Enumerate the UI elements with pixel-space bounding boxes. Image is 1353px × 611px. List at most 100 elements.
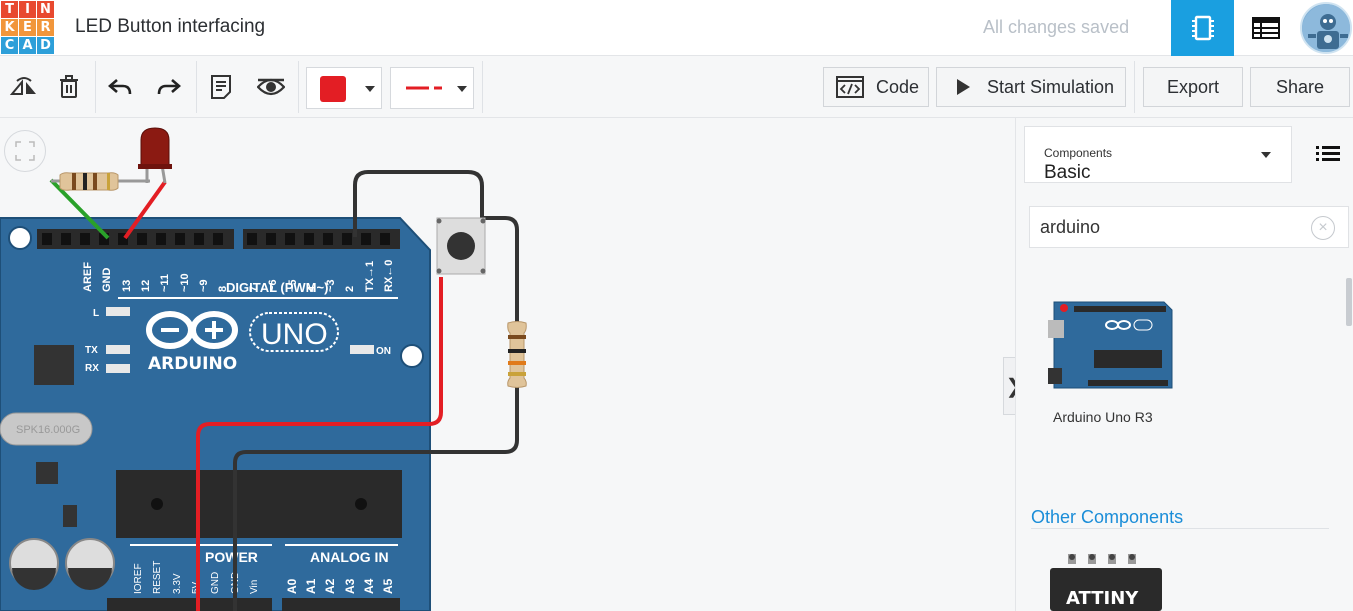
logo-letter: K: [1, 19, 18, 36]
tx-led: [106, 345, 130, 354]
code-icon: [836, 76, 864, 98]
digital-label: DIGITAL (PWM~): [226, 280, 328, 295]
user-avatar-button[interactable]: [1299, 0, 1353, 56]
wire-black: [483, 216, 519, 330]
pin-hole: [266, 233, 276, 245]
pin-label: A3: [343, 578, 357, 594]
pin-label: Vin: [249, 580, 260, 594]
components-dropdown-label: Components: [1044, 146, 1113, 160]
pin-label: 13: [121, 280, 133, 292]
redo-button[interactable]: [145, 57, 193, 117]
schematic-view-button[interactable]: [1235, 0, 1297, 56]
circuit-canvas[interactable]: AREF GND 13 12 ~11 ~10 ~9 8 7 ~6 ~5 4 ~3 2 TX→1 RX←0 DI…: [0, 118, 1015, 611]
l-led-label: L: [93, 308, 99, 319]
clear-search-icon[interactable]: ×: [1311, 216, 1335, 240]
pin-hole: [42, 233, 52, 245]
transistor: [63, 505, 77, 527]
attiny-part[interactable]: ATTINY: [1046, 554, 1166, 611]
uno-label: UNO: [261, 318, 328, 351]
arduino-uno-label: Arduino Uno R3: [1053, 409, 1153, 425]
pin-hole: [156, 233, 166, 245]
pin-label: 12: [140, 280, 152, 292]
undo-button[interactable]: [96, 57, 144, 117]
chevron-down-icon: [457, 86, 467, 92]
rotate-button[interactable]: [0, 57, 48, 117]
pin-label: IOREF: [133, 563, 144, 594]
regulator: [36, 462, 58, 484]
chip-notch: [151, 498, 163, 510]
pin-hole: [175, 233, 185, 245]
component-search-input[interactable]: [1029, 206, 1349, 248]
wire-style-icon: [406, 86, 442, 90]
power-header: [107, 598, 272, 611]
pin-hole: [247, 233, 257, 245]
pin-hole: [361, 233, 371, 245]
pin-label: 3.3V: [172, 573, 183, 594]
avatar: [1300, 2, 1352, 54]
l-led: [106, 307, 130, 316]
pin-label: RESET: [152, 561, 163, 594]
logo-letter: R: [37, 19, 54, 36]
chevron-down-icon: [1261, 152, 1271, 158]
resistor: [507, 321, 527, 388]
fullscreen-icon: [15, 141, 35, 161]
chevron-down-icon: [365, 86, 375, 92]
pin-hole: [80, 233, 90, 245]
pin-hole: [194, 233, 204, 245]
rx-led: [106, 364, 130, 373]
pin-hole: [380, 233, 390, 245]
red-led: [140, 127, 170, 169]
start-simulation-button[interactable]: Start Simulation: [936, 67, 1126, 107]
wire-style-picker[interactable]: [390, 67, 474, 109]
delete-button[interactable]: [45, 57, 93, 117]
pin-hole: [137, 233, 147, 245]
pin-label: A5: [381, 578, 395, 594]
pin-hole: [323, 233, 333, 245]
list-view-button[interactable]: [1310, 136, 1346, 172]
project-title[interactable]: LED Button interfacing: [75, 16, 265, 38]
rotate-icon: [9, 77, 36, 95]
pin-label: GND: [101, 268, 113, 293]
robot-avatar-icon: [1302, 4, 1350, 52]
crystal-label: SPK16.000G: [16, 424, 80, 436]
undo-icon: [108, 79, 132, 95]
code-label: Code: [876, 76, 920, 97]
logo-letter: A: [19, 37, 36, 54]
circuit-view-button[interactable]: [1171, 0, 1234, 56]
code-button[interactable]: Code: [823, 67, 929, 107]
circuit-drawing[interactable]: AREF GND 13 12 ~11 ~10 ~9 8 7 ~6 ~5 4 ~3 2 TX→1 RX←0 DI…: [0, 118, 1015, 611]
panel-scrollbar[interactable]: [1346, 278, 1352, 326]
toolbar-divider: [1134, 61, 1135, 113]
pin-label: AREF: [82, 262, 94, 292]
toolbar-divider: [298, 61, 299, 113]
rx-led-label: RX: [85, 363, 99, 374]
play-icon: [957, 79, 970, 95]
wire-color-picker[interactable]: [306, 67, 382, 109]
pin-label: TX→1: [364, 261, 376, 292]
visibility-button[interactable]: [247, 57, 295, 117]
pin-hole: [304, 233, 314, 245]
notes-button[interactable]: [197, 57, 245, 117]
attiny-label: ATTINY: [1066, 588, 1139, 609]
logo-letter: T: [1, 1, 18, 18]
analog-header: [282, 598, 400, 611]
pin-label: ~10: [179, 273, 191, 292]
app-header: TIN KER CAD LED Button interfacing All cha…: [0, 0, 1353, 56]
share-button[interactable]: Share: [1250, 67, 1350, 107]
tinkercad-logo[interactable]: TIN KER CAD: [0, 0, 54, 54]
pin-label: A2: [323, 578, 337, 594]
start-simulation-label: Start Simulation: [987, 76, 1115, 97]
notes-icon: [211, 75, 231, 99]
pin-hole: [213, 233, 223, 245]
chip-notch: [355, 498, 367, 510]
on-label: ON: [376, 346, 391, 357]
pin-label: A0: [285, 578, 299, 594]
toolbar-divider: [482, 61, 483, 113]
pin-label: A4: [362, 578, 376, 594]
logo-letter: C: [1, 37, 18, 54]
export-button[interactable]: Export: [1143, 67, 1243, 107]
components-dropdown[interactable]: Components Basic: [1024, 126, 1292, 183]
fit-view-button[interactable]: [4, 130, 46, 172]
power-label: POWER: [205, 549, 258, 565]
other-components-heading: Other Components: [1031, 507, 1184, 527]
